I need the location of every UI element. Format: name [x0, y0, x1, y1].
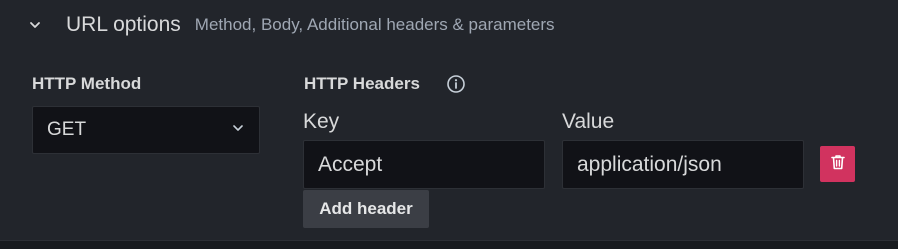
- http-method-select[interactable]: GET: [32, 106, 260, 154]
- http-method-value: GET: [47, 119, 87, 140]
- chevron-down-icon: [231, 121, 245, 140]
- url-options-panel: URL options Method, Body, Additional hea…: [0, 0, 898, 241]
- chevron-down-icon[interactable]: [22, 12, 48, 38]
- http-method-label: HTTP Method: [32, 74, 142, 93]
- section-title: URL options: [66, 13, 181, 36]
- header-value-label: Value: [562, 110, 615, 133]
- delete-header-button[interactable]: [820, 146, 855, 182]
- add-header-button[interactable]: Add header: [303, 190, 429, 228]
- http-headers-label: HTTP Headers: [304, 74, 420, 93]
- header-key-label: Key: [303, 110, 340, 133]
- section-header[interactable]: URL options Method, Body, Additional hea…: [22, 6, 555, 44]
- header-value-input[interactable]: [562, 140, 804, 189]
- trash-icon: [829, 153, 847, 176]
- header-key-input[interactable]: [303, 140, 545, 189]
- info-circle-icon[interactable]: [446, 74, 466, 94]
- section-description: Method, Body, Additional headers & param…: [194, 15, 555, 34]
